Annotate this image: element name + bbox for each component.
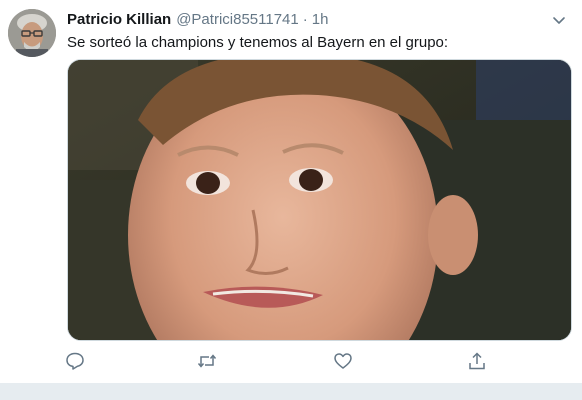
tweet-header: Patricio Killian @Patrici85511741 · 1h bbox=[67, 11, 328, 31]
avatar-image bbox=[8, 9, 56, 57]
tweet-media-photo[interactable] bbox=[67, 59, 572, 341]
feed-divider bbox=[0, 383, 582, 400]
tweet-text: Se sorteó la champions y tenemos al Baye… bbox=[67, 34, 449, 51]
user-avatar[interactable] bbox=[8, 9, 56, 57]
chevron-down-icon[interactable] bbox=[551, 12, 567, 28]
like-icon[interactable] bbox=[333, 351, 353, 371]
author-handle[interactable]: @Patrici85511741 bbox=[176, 11, 299, 28]
separator-dot: · bbox=[302, 11, 308, 28]
author-name[interactable]: Patricio Killian bbox=[67, 11, 171, 28]
tweet-card[interactable]: Patricio Killian @Patrici85511741 · 1h S… bbox=[0, 0, 582, 383]
photo-child-face bbox=[68, 60, 571, 340]
reply-icon[interactable] bbox=[65, 351, 85, 371]
tweet-timestamp[interactable]: 1h bbox=[312, 11, 329, 28]
retweet-icon[interactable] bbox=[197, 351, 217, 371]
share-icon[interactable] bbox=[467, 351, 487, 371]
tweet-actions bbox=[0, 345, 582, 377]
